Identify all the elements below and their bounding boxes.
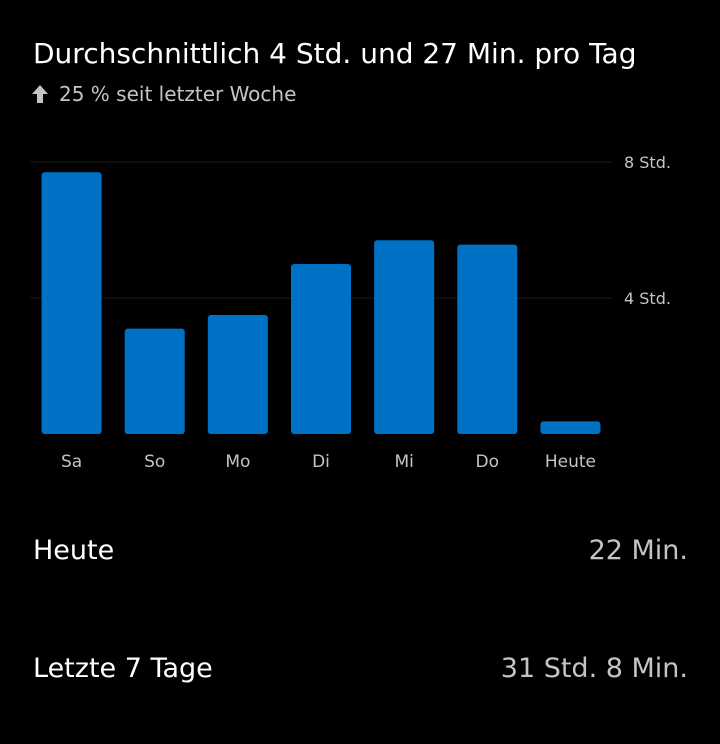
- bar-so[interactable]: [124, 328, 185, 434]
- x-tick-label: Mi: [394, 452, 413, 472]
- x-tick-label: Sa: [61, 452, 82, 472]
- bar-mo[interactable]: [207, 315, 268, 434]
- bar-sa[interactable]: [41, 172, 102, 434]
- weekly-trend-text: 25 % seit letzter Woche: [59, 82, 297, 106]
- arrow-up-icon: [32, 85, 48, 103]
- daily-usage-chart: 8 Std. 4 Std. Sa So Mo Di Mi Do Heute: [0, 140, 720, 480]
- bar-heute[interactable]: [540, 421, 601, 434]
- today-value: 22 Min.: [588, 534, 688, 566]
- x-tick-label: Heute: [545, 452, 596, 472]
- y-tick-label: 8 Std.: [624, 153, 671, 172]
- weekly-trend: 25 % seit letzter Woche: [31, 80, 296, 108]
- bar-mi[interactable]: [374, 240, 435, 434]
- week-label: Letzte 7 Tage: [33, 652, 213, 684]
- y-tick-label: 4 Std.: [624, 289, 671, 308]
- average-usage-title: Durchschnittlich 4 Std. und 27 Min. pro …: [33, 37, 637, 70]
- x-tick-label: Mo: [225, 452, 250, 472]
- x-tick-label: Di: [312, 452, 330, 472]
- week-stat-row[interactable]: Letzte 7 Tage 31 Std. 8 Min.: [33, 648, 688, 688]
- week-value: 31 Std. 8 Min.: [500, 652, 688, 684]
- today-stat-row[interactable]: Heute 22 Min.: [33, 530, 688, 570]
- x-tick-label: Do: [476, 452, 500, 472]
- bar-di[interactable]: [291, 264, 351, 434]
- today-label: Heute: [33, 534, 115, 566]
- bar-do[interactable]: [457, 244, 518, 434]
- bar-chart: 8 Std. 4 Std. Sa So Mo Di Mi Do Heute: [30, 153, 671, 472]
- x-tick-label: So: [144, 452, 165, 472]
